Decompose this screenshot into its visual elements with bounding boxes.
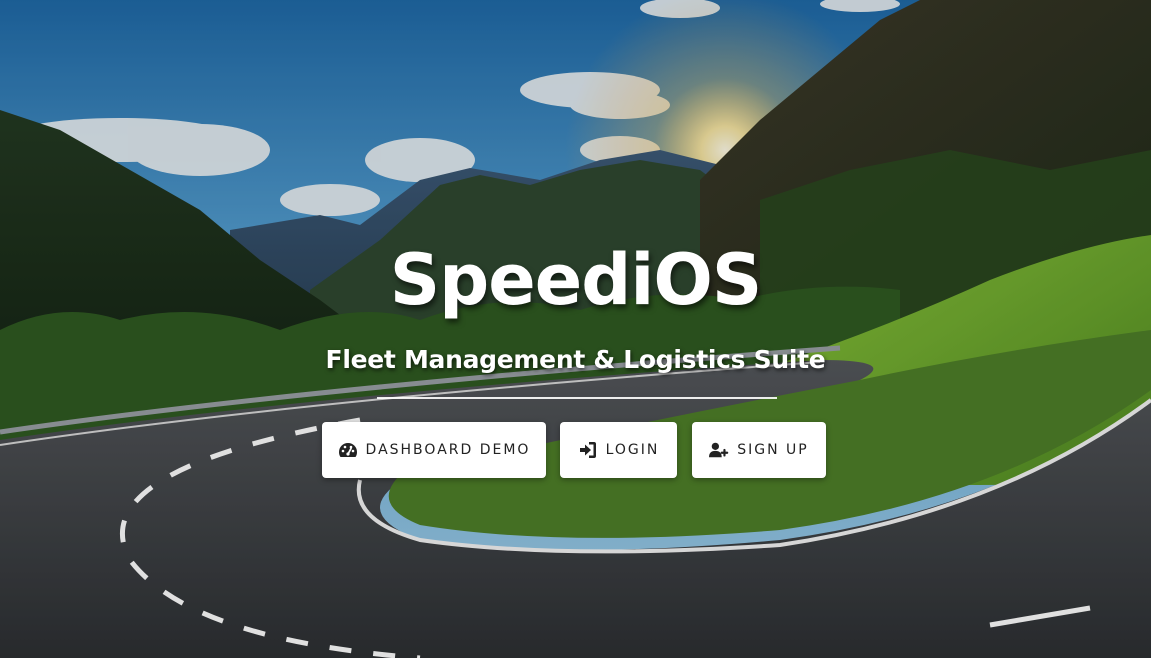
sign-up-button[interactable]: Sign Up	[692, 422, 826, 478]
hero-section: SpeediOS Fleet Management & Logistics Su…	[0, 0, 1151, 658]
login-button[interactable]: Login	[560, 422, 677, 478]
dashboard-demo-button[interactable]: Dashboard Demo	[322, 422, 546, 478]
page-subtitle: Fleet Management & Logistics Suite	[325, 345, 826, 374]
sign-in-icon	[578, 440, 598, 460]
login-label: Login	[605, 442, 660, 458]
sign-up-label: Sign Up	[737, 442, 809, 458]
tachometer-icon	[338, 440, 358, 460]
user-plus-icon	[709, 440, 729, 460]
title-divider	[377, 397, 777, 399]
page-title: SpeediOS	[389, 239, 763, 321]
dashboard-demo-label: Dashboard Demo	[365, 442, 531, 458]
hero-content: SpeediOS Fleet Management & Logistics Su…	[0, 0, 1151, 658]
